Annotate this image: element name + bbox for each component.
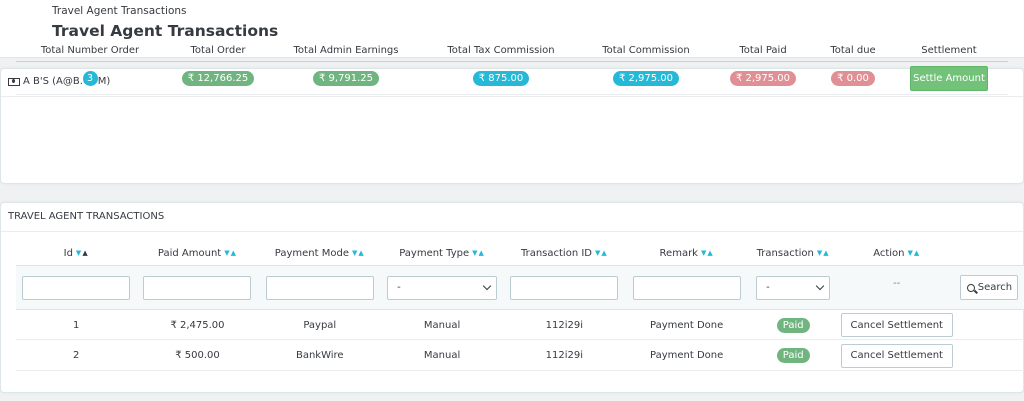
admin-earnings-badge: ₹ 9,791.25 [312, 71, 380, 86]
total-due-badge: ₹ 0.00 [831, 71, 875, 86]
filter-id-input[interactable] [22, 275, 131, 300]
sort-arrows-icon[interactable]: ▼▲ [76, 249, 89, 257]
sort-arrows-icon[interactable]: ▼▲ [472, 249, 485, 257]
table-row: 1 ₹ 2,475.00 Paypal Manual 112i29i Payme… [16, 311, 1024, 340]
status-badge: Paid [776, 348, 810, 363]
filter-paid-amount-input[interactable] [143, 275, 252, 300]
table-row: 2 ₹ 500.00 BankWire Manual 112i29i Payme… [16, 341, 1024, 371]
sort-arrows-icon[interactable]: ▼▲ [701, 249, 714, 257]
tax-commission-badge: ₹ 875.00 [472, 71, 530, 86]
filter-row: - - -- Search [16, 265, 1024, 310]
cell-paid-amount: ₹ 500.00 [175, 350, 220, 361]
col-payment-mode: Payment Mode ▼▲ [274, 247, 365, 259]
col-paid-amount: Paid Amount ▼▲ [157, 247, 238, 259]
col-total-order: Total Order [190, 45, 246, 56]
cell-payment-type: Manual [423, 350, 461, 361]
filter-transaction-select[interactable]: - [756, 275, 831, 300]
total-number-order-badge: 3 [82, 71, 98, 86]
total-paid-badge: ₹ 2,975.00 [729, 71, 797, 86]
filter-remark-input[interactable] [632, 275, 741, 300]
col-remark: Remark ▼▲ [659, 247, 714, 259]
col-id: Id ▼▲ [63, 247, 89, 259]
cell-transaction-id: 112i29i [545, 350, 584, 361]
chevron-down-icon [815, 281, 825, 291]
sort-arrows-icon[interactable]: ▼▲ [352, 249, 365, 257]
col-total-number-order: Total Number Order [40, 45, 140, 56]
filter-transaction-id-input[interactable] [510, 275, 619, 300]
col-action: Action ▼▲ [873, 247, 921, 259]
transactions-panel-heading: TRAVEL AGENT TRANSACTIONS [8, 211, 165, 222]
cell-remark: Payment Done [650, 319, 724, 331]
search-icon [966, 283, 975, 292]
commission-badge: ₹ 2,975.00 [612, 71, 680, 86]
cancel-settlement-button[interactable]: Cancel Settlement [840, 343, 953, 368]
sort-arrows-icon[interactable]: ▼▲ [817, 249, 830, 257]
status-badge: Paid [776, 317, 810, 333]
filter-payment-type-select[interactable]: - [387, 275, 498, 300]
cell-id: 2 [72, 350, 80, 361]
transactions-header-row: Id ▼▲ Paid Amount ▼▲ Payment Mode ▼▲ Paymen… [16, 242, 1024, 264]
action-filter-placeholder: -- [893, 278, 901, 289]
col-settlement: Settlement [921, 45, 977, 56]
page-title: Travel Agent Transactions [52, 22, 279, 40]
breadcrumb[interactable]: Travel Agent Transactions [52, 5, 187, 17]
cell-payment-type: Manual [423, 319, 461, 331]
summary-values-row: 3 ₹ 12,766.25 ₹ 9,791.25 ₹ 875.00 ₹ 2,97… [16, 63, 1008, 95]
filter-payment-mode-input[interactable] [265, 275, 374, 300]
chevron-down-icon [482, 281, 492, 291]
settle-amount-button[interactable]: Settle Amount [910, 66, 988, 91]
sort-arrows-icon[interactable]: ▼▲ [595, 249, 608, 257]
cell-paid-amount: ₹ 2,475.00 [170, 319, 225, 331]
col-total-commission: Total Commission [602, 45, 690, 56]
cell-transaction-id: 112i29i [545, 319, 584, 331]
col-transaction-id: Transaction ID ▼▲ [520, 247, 608, 259]
sort-arrows-icon[interactable]: ▼▲ [224, 249, 237, 257]
total-order-badge: ₹ 12,766.25 [181, 71, 255, 86]
cell-payment-mode: Paypal [303, 319, 337, 331]
col-payment-type: Payment Type ▼▲ [399, 247, 485, 259]
col-transaction: Transaction ▼▲ [756, 247, 830, 259]
col-total-paid: Total Paid [739, 45, 787, 56]
col-total-admin-earnings: Total Admin Earnings [293, 45, 399, 56]
cell-payment-mode: BankWire [295, 350, 344, 361]
summary-header-row: Total Number Order Total Order Total Adm… [16, 40, 1008, 62]
cell-id: 1 [72, 319, 80, 331]
cancel-settlement-button[interactable]: Cancel Settlement [840, 313, 953, 337]
search-button[interactable]: Search [960, 275, 1019, 300]
col-total-tax-commission: Total Tax Commission [447, 45, 555, 56]
col-total-due: Total due [830, 45, 876, 56]
sort-arrows-icon[interactable]: ▼▲ [908, 249, 921, 257]
cell-remark: Payment Done [650, 350, 724, 361]
